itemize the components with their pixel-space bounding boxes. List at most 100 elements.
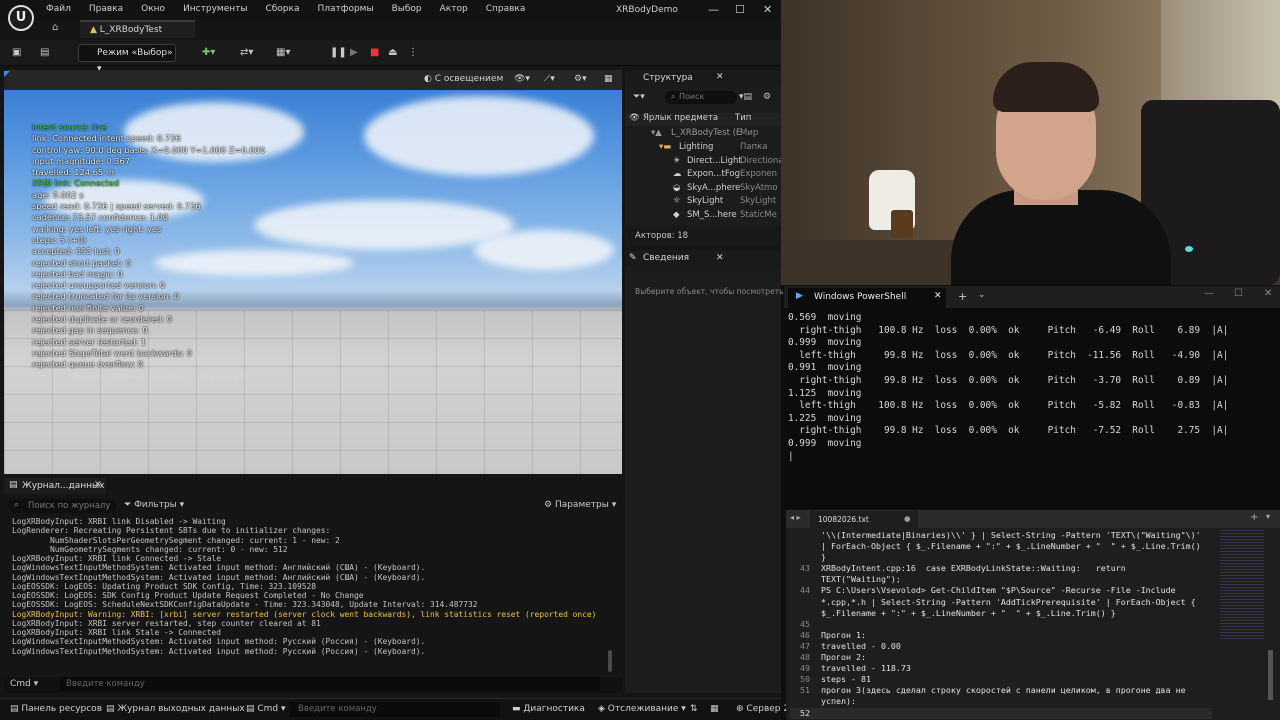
outliner-row[interactable]: ▾▬ Lighting Папка	[625, 142, 781, 155]
tracking-button[interactable]: ◈ Отслеживание ▾	[598, 704, 686, 714]
tab-scroll-icon[interactable]: ◂ ▸	[790, 513, 801, 522]
log-scrollbar[interactable]	[608, 650, 612, 672]
log-line: LogWindowsTextInputMethodSystem: Activat…	[12, 646, 426, 656]
menu-help[interactable]: Справка	[486, 4, 526, 14]
mode-select-button[interactable]: Режим «Выбор» ▾	[78, 44, 176, 74]
settings-icon[interactable]: ⚙	[763, 92, 771, 102]
outliner-tab[interactable]: Структура ✕	[625, 70, 781, 86]
snap-icon[interactable]: ⟋▾	[544, 74, 555, 84]
maximize-icon[interactable]: ☐	[735, 3, 745, 16]
output-log-button[interactable]: ▤ Журнал выходных данных	[106, 704, 245, 714]
play-icon[interactable]: ▶	[350, 44, 358, 62]
terminal-tab[interactable]: ▶ Windows PowerShell ✕	[788, 288, 946, 308]
outliner-row[interactable]: ◒ SkyA...phere SkyAtmo	[625, 183, 781, 196]
home-icon[interactable]: ⌂	[52, 22, 58, 33]
diagnostics-button[interactable]: ▬ Диагностика	[512, 704, 585, 714]
minimize-icon[interactable]: —	[708, 3, 719, 16]
details-tab[interactable]: ✎ Сведения ✕	[625, 250, 781, 266]
hud-line: rejected short packet: 0	[32, 257, 132, 268]
lighting-icon: ◐	[424, 74, 435, 84]
source-control-icon[interactable]: ⇅	[690, 704, 698, 714]
lighting-mode-button[interactable]: ◐ С освещением	[424, 74, 503, 84]
tracking-label: Отслеживание	[607, 704, 679, 714]
terminal-output[interactable]: 0.569 moving right-thigh 100.8 Hz loss 0…	[788, 312, 1278, 506]
add-folder-icon[interactable]: ▾▤	[739, 92, 752, 102]
close-icon[interactable]: ✕	[763, 3, 772, 16]
eject-icon[interactable]: ⏏	[388, 44, 397, 62]
more-options-icon[interactable]: ⋮	[408, 44, 418, 62]
log-line: NumShaderSlotsPerGeometrySegment changed…	[12, 535, 340, 545]
log-command-bar: Cmd ▾ Введите команду	[4, 677, 622, 693]
menu-edit[interactable]: Правка	[89, 4, 123, 14]
filters-label: Фильтры	[134, 500, 177, 510]
status-cmd-input[interactable]: Введите команду	[290, 702, 500, 717]
log-line: LogEOSSDK: LogEOS: ScheduleNextSDKConfig…	[12, 600, 478, 610]
filters-button[interactable]: ⏷ Фильтры ▾	[124, 500, 184, 510]
server-button[interactable]: ⊕ Сервер 2	[736, 704, 789, 714]
unreal-logo-icon[interactable]: U	[8, 5, 34, 31]
content-browser-icon[interactable]: ▤	[40, 44, 49, 62]
stop-icon[interactable]: ■	[370, 44, 379, 62]
outliner-row[interactable]: ◆ SM_S...here StaticMe	[625, 210, 781, 223]
outliner-row[interactable]: ☼ SkyLight SkyLight	[625, 196, 781, 209]
cmd-button[interactable]: ▤ Cmd ▾	[246, 704, 286, 714]
menu-platforms[interactable]: Платформы	[317, 4, 373, 14]
col-type[interactable]: Тип	[735, 113, 751, 123]
log-search-input[interactable]: Поиск по журналу	[8, 499, 116, 513]
content-browser-button[interactable]: ▤ Панель ресурсов	[10, 704, 102, 714]
output-log-tab[interactable]: ▤ Журнал...данных ✕	[4, 478, 106, 494]
cloud	[254, 200, 514, 250]
menu-actor[interactable]: Актор	[440, 4, 468, 14]
viewport-layout-icon[interactable]: ▦	[604, 74, 613, 84]
add-actor-icon[interactable]: ✚▾	[202, 44, 215, 62]
col-item-label[interactable]: Ярлык предмета	[643, 113, 718, 123]
show-flags-icon[interactable]: 👁▾	[514, 74, 530, 84]
outliner-panel: Структура ✕ ⏷▾ Поиск ⌕ ▾▤ ⚙ 👁 Ярлык пред…	[625, 70, 781, 246]
hud-line: speed read: 0.736 | speed served: 0.736	[32, 201, 201, 212]
close-icon[interactable]: ✕	[94, 480, 102, 490]
menu-build[interactable]: Сборка	[265, 4, 299, 14]
pause-icon[interactable]: ❚❚	[330, 44, 347, 62]
log-icon: ▤	[106, 704, 118, 714]
minimize-icon[interactable]: —	[1204, 288, 1214, 299]
notepad-tab[interactable]: 10082026.txt ●	[810, 511, 918, 528]
unsaved-dot-icon[interactable]: ●	[904, 514, 911, 523]
log-line: LogWindowsTextInputMethodSystem: Activat…	[12, 637, 426, 647]
notepad-scrollbar[interactable]	[1268, 650, 1273, 700]
tab-list-icon[interactable]: ▾	[1266, 512, 1270, 521]
powershell-icon: ▶	[796, 291, 803, 301]
server-label: Сервер 2	[746, 704, 790, 714]
new-tab-icon[interactable]: +	[958, 290, 967, 303]
hud-line: intent source: live	[32, 122, 107, 132]
blueprint-icon[interactable]: ⇄▾	[240, 44, 253, 62]
menu-tools[interactable]: Инструменты	[183, 4, 247, 14]
outliner-row[interactable]: ▾▲ L_XRBodyTest (Е Мир	[625, 128, 781, 141]
row-type: Мир	[740, 128, 759, 138]
menu-file[interactable]: Файл	[46, 4, 71, 14]
outliner-search-input[interactable]: Поиск	[665, 91, 737, 104]
level-tab[interactable]: ▲ L_XRBodyTest	[80, 20, 195, 38]
close-icon[interactable]: ✕	[1264, 288, 1272, 299]
minimap[interactable]	[1220, 530, 1264, 640]
menu-window[interactable]: Окно	[141, 4, 165, 14]
viewport-settings-icon[interactable]: ⚙▾	[574, 74, 587, 84]
cmd-input[interactable]: Введите команду	[60, 677, 600, 691]
revision-icon[interactable]: ▦	[710, 704, 719, 714]
chevron-down-icon[interactable]: ⌄	[978, 290, 986, 300]
settings-button[interactable]: ⚙ Параметры ▾	[544, 500, 616, 510]
hud-line: rejected queue overflow: 0	[32, 359, 144, 370]
filter-icon[interactable]: ⏷▾	[633, 92, 645, 102]
cinematics-icon[interactable]: ▦▾	[276, 44, 290, 62]
maximize-icon[interactable]: ☐	[1234, 288, 1243, 299]
close-icon[interactable]: ✕	[716, 72, 724, 82]
save-icon[interactable]: ▣	[12, 44, 21, 62]
notepad-editor[interactable]: '\\(Intermediate|Binaries)\\' } | Select…	[790, 530, 1212, 720]
new-tab-icon[interactable]: +	[1250, 512, 1258, 523]
outliner-row[interactable]: ☀ Direct...Light Directiona	[625, 156, 781, 169]
close-icon[interactable]: ✕	[716, 253, 724, 263]
row-name: SM_S...here	[687, 210, 737, 220]
cmd-selector[interactable]: Cmd ▾	[10, 679, 38, 689]
close-icon[interactable]: ✕	[934, 291, 942, 301]
outliner-row[interactable]: ☁ Expon...tFog Exponen	[625, 169, 781, 182]
menu-select[interactable]: Выбор	[392, 4, 422, 14]
